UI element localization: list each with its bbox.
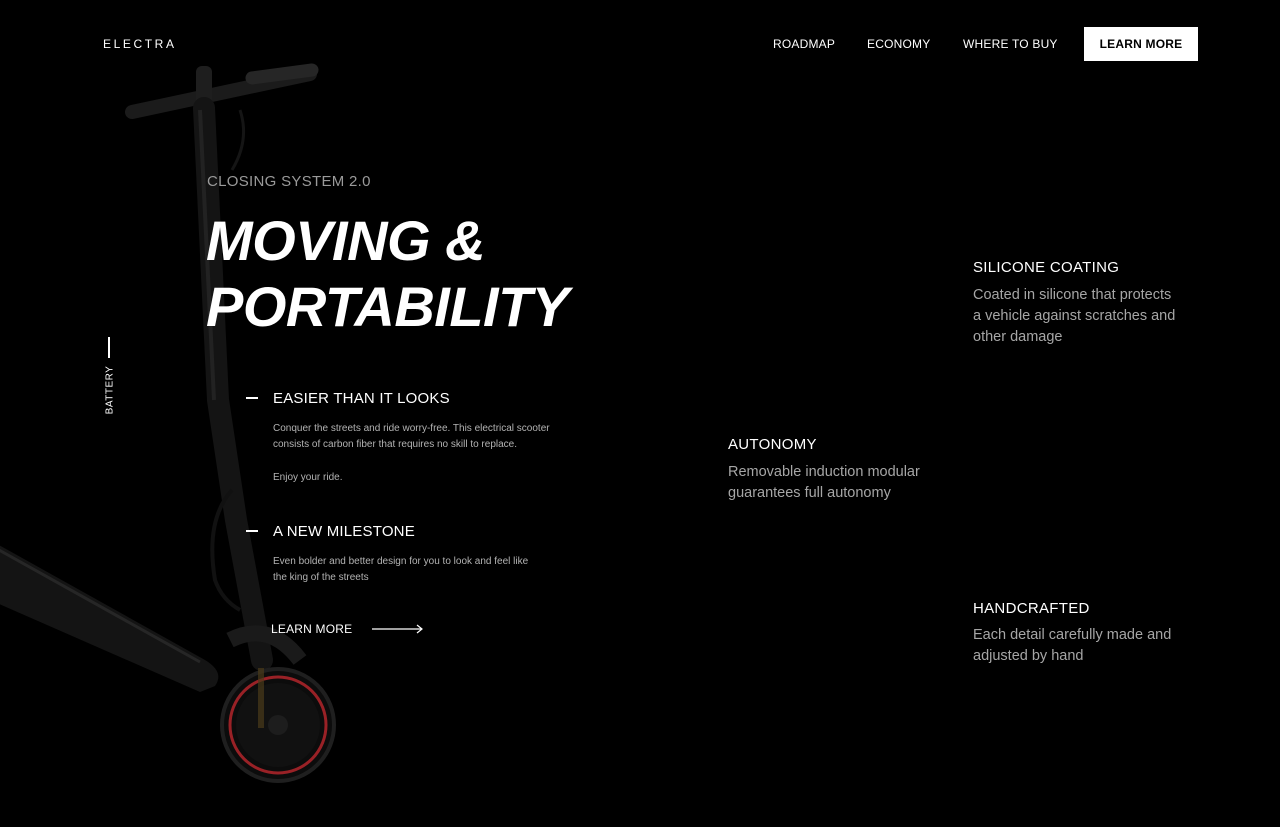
hero-title-line1: MOVING &: [206, 209, 486, 272]
hero-title: MOVING & PORTABILITY: [206, 208, 569, 340]
body-line: Removable induction modular: [728, 464, 920, 480]
silicone-coating-block: SILICONE COATING Coated in silicone that…: [973, 259, 1175, 348]
autonomy-title: AUTONOMY: [728, 436, 817, 453]
nav-where-to-buy[interactable]: WHERE TO BUY: [963, 37, 1058, 51]
body-line: Each detail carefully made and: [973, 627, 1172, 643]
silicone-coating-body: Coated in silicone that protects a vehic…: [973, 285, 1175, 348]
feature-dash: [246, 530, 258, 532]
feature-body-line: the king of the streets: [273, 572, 369, 583]
feature-body-line: Even bolder and better design for you to…: [273, 556, 529, 567]
body-line: guarantees full autonomy: [728, 485, 891, 501]
autonomy-block: AUTONOMY Removable induction modular gua…: [728, 436, 920, 504]
nav-roadmap[interactable]: ROADMAP: [773, 37, 835, 51]
body-line: other damage: [973, 329, 1063, 345]
feature-body: Even bolder and better design for you to…: [273, 554, 583, 586]
hero-title-line2: PORTABILITY: [206, 275, 569, 338]
side-divider: [108, 337, 110, 358]
battery-label[interactable]: BATTERY: [105, 366, 116, 415]
learn-more-button[interactable]: LEARN MORE: [1084, 27, 1198, 61]
hero-eyebrow: CLOSING SYSTEM 2.0: [207, 173, 371, 190]
feature-title: A NEW MILESTONE: [273, 523, 415, 540]
body-line: Coated in silicone that protects: [973, 287, 1172, 303]
brand-logo[interactable]: ELECTRA: [103, 37, 177, 51]
feature-body-line: Conquer the streets and ride worry-free.…: [273, 423, 550, 434]
handcrafted-block: HANDCRAFTED Each detail carefully made a…: [973, 600, 1171, 667]
feature-body: Conquer the streets and ride worry-free.…: [273, 421, 583, 486]
feature-body-line: Enjoy your ride.: [273, 472, 343, 483]
arrow-right-icon: [372, 624, 424, 634]
learn-more-label: LEARN MORE: [271, 622, 353, 636]
handcrafted-body: Each detail carefully made and adjusted …: [973, 625, 1171, 667]
body-line: adjusted by hand: [973, 648, 1084, 664]
learn-more-link[interactable]: LEARN MORE: [271, 622, 424, 636]
silicone-coating-title: SILICONE COATING: [973, 259, 1120, 276]
feature-title: EASIER THAN IT LOOKS: [273, 390, 450, 407]
body-line: a vehicle against scratches and: [973, 308, 1176, 324]
handcrafted-title: HANDCRAFTED: [973, 600, 1090, 617]
autonomy-body: Removable induction modular guarantees f…: [728, 462, 920, 504]
nav-economy[interactable]: ECONOMY: [867, 37, 930, 51]
feature-body-line: consists of carbon fiber that requires n…: [273, 439, 518, 450]
feature-dash: [246, 397, 258, 399]
